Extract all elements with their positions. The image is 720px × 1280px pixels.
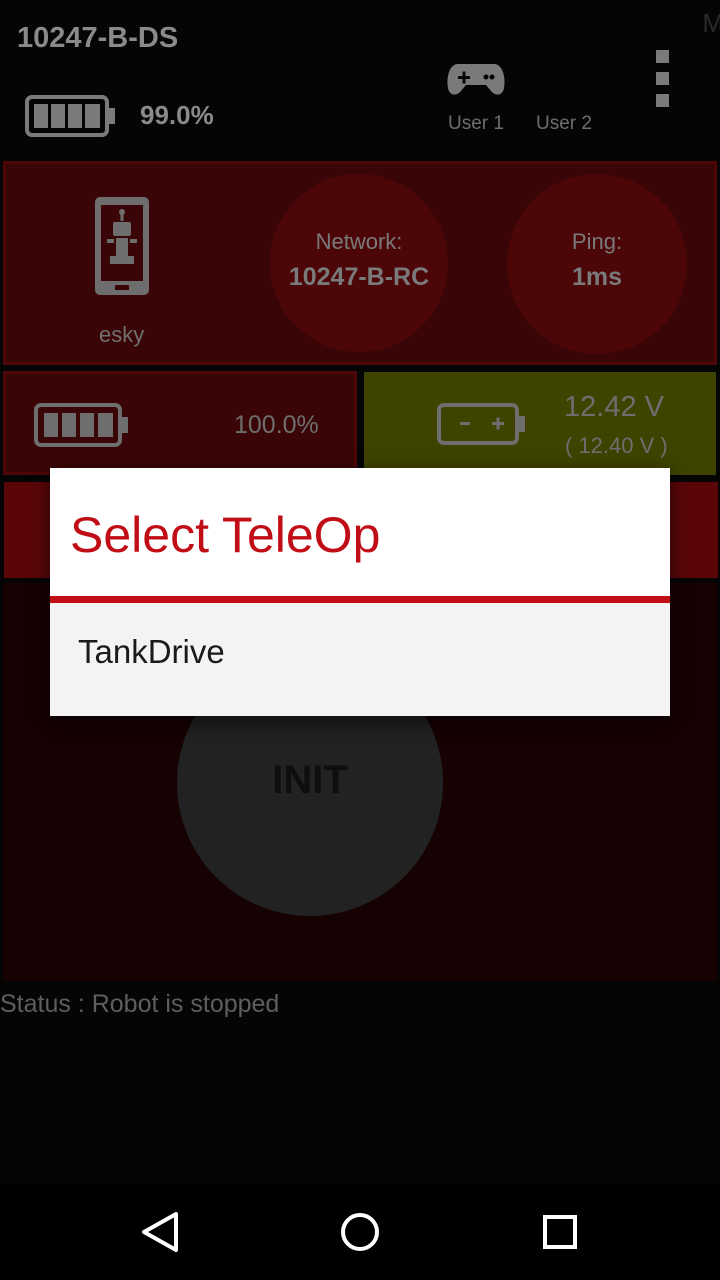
corner-letter: M: [702, 8, 720, 38]
network-value: 10247-B-RC: [288, 263, 430, 291]
home-icon[interactable]: [340, 1212, 380, 1252]
status-text: Status : Robot is stopped: [0, 990, 280, 1018]
select-teleop-dialog: Select TeleOp TankDrive: [50, 468, 670, 716]
robot-voltage-min: ( 12.40 V ): [565, 433, 668, 458]
ping-indicator: Ping: 1ms: [507, 174, 687, 354]
robot-name: esky: [99, 322, 145, 347]
team-name: 10247-B-DS: [17, 22, 179, 54]
robot-voltage: 12.42 V: [564, 391, 664, 423]
network-label: Network:: [315, 229, 403, 254]
battery-icon: [25, 95, 115, 137]
back-icon[interactable]: [140, 1210, 180, 1254]
network-indicator: Network: 10247-B-RC: [270, 174, 448, 352]
dialog-divider: [50, 596, 670, 603]
user2-label[interactable]: User 2: [536, 113, 592, 135]
robot-phone-icon: [95, 197, 149, 295]
rc-battery-level: 100.0%: [234, 411, 319, 439]
recent-apps-icon[interactable]: [542, 1214, 578, 1250]
overflow-menu-icon[interactable]: [656, 50, 670, 108]
init-label: INIT: [272, 758, 348, 802]
robot-battery-icon: [437, 403, 525, 445]
ds-battery-level: 99.0%: [140, 100, 214, 130]
gamepad-icon: [447, 64, 505, 95]
rc-battery-icon: [34, 403, 128, 447]
teleop-option-label: TankDrive: [78, 633, 225, 670]
dialog-title: Select TeleOp: [70, 507, 381, 563]
teleop-option[interactable]: TankDrive: [50, 603, 670, 716]
ping-value: 1ms: [571, 263, 623, 291]
ping-label: Ping:: [571, 229, 623, 254]
user1-label[interactable]: User 1: [448, 113, 504, 135]
dialog-header: Select TeleOp: [50, 468, 670, 596]
